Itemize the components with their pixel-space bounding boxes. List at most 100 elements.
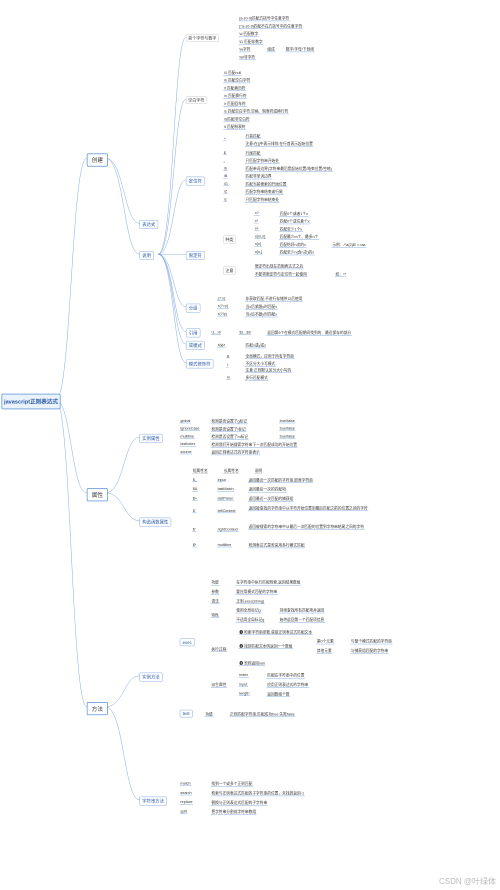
leaf: 不区分大小写模式: [245, 361, 276, 367]
node-strmeth[interactable]: 字符串方法: [140, 797, 167, 806]
leaf: $': [192, 527, 196, 532]
leaf: m: [226, 375, 230, 380]
leaf: 正则.exec(string): [236, 598, 265, 604]
leaf: 多行匹配模式: [245, 375, 269, 381]
node-test[interactable]: test: [180, 710, 193, 717]
leaf: 返回第9个在模式匹配期间找到的、最近保存的部分: [267, 330, 352, 336]
node-instprops[interactable]: 实例属性: [140, 434, 163, 443]
leaf: 返回被查找的字符串中从字符开始位置到最后匹配之前的位置之间的字符: [248, 505, 368, 511]
leaf: replace: [180, 800, 193, 805]
leaf: input: [239, 682, 248, 687]
leaf: 检索与正则表达式匹配的子字符串的位置，未找到返回-1: [211, 791, 305, 797]
leaf: 检测是否设置了i标记: [211, 426, 247, 432]
leaf: 始终返回第一个匹配项信息: [279, 617, 325, 623]
leaf: 派生属性: [211, 682, 227, 688]
leaf: 只匹配字符串开始处: [245, 158, 280, 164]
leaf: x(?!y): [217, 312, 228, 317]
leaf: 检测是否设置了m标记: [211, 434, 249, 440]
node-instmeth[interactable]: 实例方法: [140, 673, 163, 682]
leaf: 匹配最少m个、最多n个: [279, 234, 319, 240]
node-kinds[interactable]: 种类: [223, 236, 235, 244]
leaf: x+: [254, 226, 259, 231]
leaf: \b 匹配空白字符: [223, 78, 251, 84]
leaf: true/false: [279, 426, 296, 431]
node-explain[interactable]: 说明: [140, 251, 154, 260]
node-exec[interactable]: exec: [180, 639, 195, 646]
leaf: split: [180, 809, 188, 814]
leaf: 不能将限定符与定位符一起使用: [254, 271, 307, 277]
leaf: 返回被搜索的字符串中从最后一次匹配的位置到字符串结尾之间的字符: [248, 524, 365, 530]
node-space-char[interactable]: 空白字符: [186, 96, 206, 104]
leaf: 在字符串中执行匹配检索,返回结果数组: [236, 580, 302, 586]
leaf: x*: [254, 219, 259, 224]
leaf: 示例：/^a{2}$/ =>aa: [332, 242, 366, 248]
leaf: 匹配在字符串中的位置: [267, 673, 305, 679]
leaf: $&: [192, 487, 198, 492]
leaf: \G: [223, 181, 228, 186]
leaf: 语法: [211, 598, 220, 604]
leaf: 说明: [254, 468, 263, 474]
leaf: $: [223, 150, 226, 155]
node-ctorprops[interactable]: 构造函数属性: [140, 518, 172, 527]
leaf: \D 匹配非数字: [239, 39, 264, 45]
leaf: 应用正则表达式的字符串: [267, 682, 309, 688]
leaf: \r 匹配回车符: [223, 101, 246, 107]
leaf: 返回最后一次的匹配项: [248, 487, 286, 493]
node-modeflag[interactable]: 模式修饰符: [186, 360, 213, 369]
leaf: 使用全局标记g: [236, 608, 262, 614]
leaf: x|y|z: [217, 343, 226, 348]
leaf: 匹配x或y或z: [245, 343, 267, 349]
leaf: 返回数组个数: [267, 691, 291, 697]
leaf: 参数: [211, 589, 220, 595]
leaf: 匹配当前搜索的开始位置: [245, 181, 287, 187]
node-notes[interactable]: 注意: [223, 267, 235, 275]
leaf: x(?=y): [217, 304, 229, 309]
leaf: 正则匹配字符串,匹配成功true 失败false: [229, 711, 295, 717]
leaf: 替换与正则表达式匹配的子字符串: [211, 800, 268, 806]
leaf: \S匹配非空白符: [223, 116, 250, 122]
leaf: multiline: [217, 543, 232, 548]
leaf: \b: [223, 166, 227, 171]
leaf: 第0个元素: [316, 639, 334, 645]
node-single-char[interactable]: 首个字符与数字: [186, 34, 219, 42]
leaf: \n 匹配换行符: [223, 93, 247, 99]
leaf: 与捕获组匹配的字符串: [350, 648, 388, 654]
leaf: \f 匹配换页符: [223, 85, 246, 91]
node-ref[interactable]: 引用: [186, 329, 200, 338]
node-or[interactable]: 或模式: [186, 341, 205, 350]
cat-create[interactable]: 创建: [87, 153, 108, 166]
leaf: index: [239, 673, 249, 678]
leaf: $+: [192, 496, 197, 501]
leaf: 行尾匹配: [245, 150, 261, 156]
leaf: \z: [223, 197, 227, 202]
leaf: i: [226, 363, 228, 368]
leaf: global: [180, 419, 191, 424]
leaf: x{n}: [254, 242, 262, 247]
cat-methods[interactable]: 方法: [87, 702, 108, 715]
leaf: multiline: [180, 434, 195, 439]
watermark: CSDN @叶绿体: [439, 876, 496, 887]
leaf: \B: [223, 174, 228, 179]
leaf: 功能: [211, 580, 220, 586]
leaf: x{m,n}: [254, 234, 266, 239]
leaf: 匹配0个或任意个x: [279, 219, 310, 225]
leaf: ignoreCase: [180, 426, 200, 431]
leaf: $*: [192, 543, 197, 548]
leaf: 返回最近一次匹配的捕获组: [248, 496, 294, 502]
leaf: input: [217, 477, 226, 482]
leaf: 检测我们开始搜索字符串下一次匹配成功的开始位置: [211, 442, 298, 448]
cat-attrs[interactable]: 属性: [87, 488, 108, 501]
leaf: true/false: [279, 434, 296, 439]
leaf: 执行过程: [211, 646, 227, 652]
leaf: 当x后紧跟y时匹配x: [245, 304, 278, 310]
node-quant[interactable]: 限定符: [186, 251, 205, 260]
leaf: 特性: [211, 612, 220, 618]
node-expr[interactable]: 表达式: [140, 220, 159, 229]
leaf: 长属性名: [223, 468, 239, 474]
node-group[interactable]: 分组: [186, 304, 200, 313]
leaf: 不适用全局标记g: [236, 617, 265, 623]
leaf: \d 匹配数字: [239, 31, 259, 37]
leaf: [^a-z0-9]匹配不在方括号中的任意字符: [239, 23, 303, 29]
leaf: 限定符出现在范围表达式之后: [254, 264, 304, 270]
node-anchor[interactable]: 定位符: [186, 177, 205, 186]
